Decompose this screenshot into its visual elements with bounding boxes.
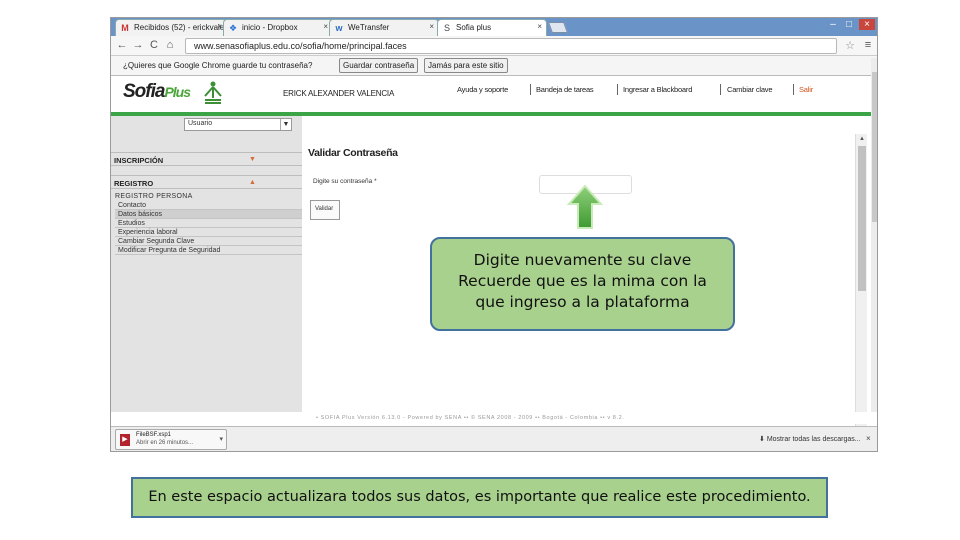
pdf-file-icon: ▶	[120, 434, 130, 446]
menu-registro-label: REGISTRO	[114, 179, 154, 188]
window-scrollbar[interactable]	[871, 58, 877, 412]
url-text: www.senasofiaplus.edu.co/sofia/home/prin…	[194, 41, 407, 51]
close-downloads-icon[interactable]: ×	[866, 434, 871, 443]
nav-separator	[793, 84, 794, 95]
reload-icon[interactable]: C	[147, 39, 161, 51]
download-status: Abrir en 26 minutos...	[136, 440, 194, 446]
sena-logo-icon	[203, 80, 222, 106]
menu-item-contacto[interactable]: Contacto	[115, 201, 302, 210]
tab-close-icon[interactable]: ×	[537, 22, 542, 31]
scroll-up-icon[interactable]: ▲	[856, 136, 868, 142]
content-scrollbar[interactable]: ▲ ▼	[855, 134, 868, 451]
required-marker: *	[374, 178, 377, 185]
wetransfer-icon: w	[335, 23, 343, 33]
callout-line: que ingreso a la plataforma	[475, 293, 690, 311]
password-field-label: Digite su contraseña *	[313, 178, 377, 185]
maximize-button[interactable]: □	[841, 19, 857, 30]
menu-registro-persona: REGISTRO PERSONA	[115, 193, 193, 200]
tab-sofia-plus[interactable]: S Sofia plus ×	[437, 19, 547, 36]
show-all-downloads-link[interactable]: ⬇ Mostrar todas las descargas...	[759, 435, 861, 443]
role-select[interactable]: Usuario ▼	[184, 118, 292, 131]
page-title: Validar Contraseña	[308, 147, 398, 159]
address-bar[interactable]: www.senasofiaplus.edu.co/sofia/home/prin…	[185, 38, 837, 54]
minimize-button[interactable]: –	[825, 19, 841, 30]
nav-salir[interactable]: Salir	[799, 85, 813, 94]
sofia-icon: S	[443, 23, 450, 33]
gmail-icon: M	[121, 23, 129, 33]
instruction-callout: Digite nuevamente su clave Recuerde que …	[430, 237, 735, 331]
nav-blackboard[interactable]: Ingresar a Blackboard	[623, 85, 692, 94]
logo-plus: Plus	[164, 84, 191, 100]
back-icon[interactable]: ←	[115, 39, 129, 51]
download-arrow-icon: ⬇	[759, 436, 767, 443]
page-footer: • SOFIA Plus Versión 6.13.0 - Powered by…	[111, 412, 877, 424]
download-file-name: FileBSF.xsp1	[136, 432, 172, 438]
browser-toolbar: ← → C ⌂ www.senasofiaplus.edu.co/sofia/h…	[111, 36, 877, 56]
menu-item-pregunta-seguridad[interactable]: Modificar Pregunta de Seguridad	[115, 246, 302, 255]
tab-label: Sofia plus	[456, 23, 492, 32]
nav-bandeja-tareas[interactable]: Bandeja de tareas	[536, 85, 594, 94]
bookmark-star-icon[interactable]: ☆	[843, 39, 857, 52]
window-scrollbar-thumb[interactable]	[872, 72, 877, 222]
password-label-text: Digite su contraseña	[313, 178, 373, 185]
close-window-button[interactable]: ×	[859, 19, 875, 30]
sofia-plus-logo[interactable]: SofiaPlus	[123, 81, 191, 103]
show-all-label: Mostrar todas las descargas...	[766, 436, 861, 443]
validar-button[interactable]: Validar	[310, 200, 340, 220]
menu-item-datos-basicos[interactable]: Datos básicos	[115, 210, 302, 219]
browser-window: M Recibidos (52) - erickvalen × ❖ inicio…	[110, 17, 878, 452]
menu-inscripcion[interactable]: INSCRIPCIÓN ▼	[111, 152, 302, 166]
chevron-down-icon[interactable]: ▾	[219, 435, 223, 443]
tab-close-icon[interactable]: ×	[217, 22, 222, 31]
callout-line: Recuerde que es la mima con la	[458, 272, 707, 290]
bottom-note: En este espacio actualizara todos sus da…	[131, 477, 828, 518]
menu-item-segunda-clave[interactable]: Cambiar Segunda Clave	[115, 237, 302, 246]
forward-icon[interactable]: →	[131, 39, 145, 51]
nav-ayuda-soporte[interactable]: Ayuda y soporte	[457, 85, 508, 94]
tab-close-icon[interactable]: ×	[323, 22, 328, 31]
logo-text: Sofia	[123, 81, 165, 102]
callout-line: Digite nuevamente su clave	[473, 251, 692, 269]
save-password-infobar: ¿Quieres que Google Chrome guarde tu con…	[111, 56, 877, 76]
new-tab-button[interactable]	[547, 22, 569, 33]
save-password-button[interactable]: Guardar contraseña	[339, 58, 419, 73]
home-icon[interactable]: ⌂	[163, 39, 177, 51]
tab-label: WeTransfer	[348, 23, 390, 32]
role-select-value: Usuario	[188, 120, 213, 127]
left-sidebar: Usuario ▼ INSCRIPCIÓN ▼ REGISTRO ▲ REGIS…	[111, 116, 302, 412]
downloads-bar: ▶ FileBSF.xsp1 Abrir en 26 minutos... ▾ …	[111, 426, 877, 451]
scrollbar-thumb[interactable]	[858, 146, 866, 291]
dropbox-icon: ❖	[228, 23, 238, 33]
menu-icon[interactable]: ≡	[861, 39, 875, 51]
chevron-down-icon: ▼	[280, 119, 291, 130]
menu-item-estudios[interactable]: Estudios	[115, 219, 302, 228]
tab-label: Recibidos (52) - erickvalen	[134, 23, 227, 32]
tab-gmail[interactable]: M Recibidos (52) - erickvalen ×	[115, 19, 227, 36]
tab-label: inicio - Dropbox	[242, 23, 298, 32]
menu-registro[interactable]: REGISTRO ▲	[111, 175, 302, 189]
tab-dropbox[interactable]: ❖ inicio - Dropbox ×	[223, 19, 333, 36]
tab-wetransfer[interactable]: w WeTransfer ×	[329, 19, 439, 36]
nav-cambiar-clave[interactable]: Cambiar clave	[727, 85, 773, 94]
menu-item-experiencia[interactable]: Experiencia laboral	[115, 228, 302, 237]
tab-strip: M Recibidos (52) - erickvalen × ❖ inicio…	[111, 18, 877, 36]
nav-separator	[530, 84, 531, 95]
infobar-message: ¿Quieres que Google Chrome guarde tu con…	[123, 61, 313, 70]
up-arrow-icon	[566, 184, 604, 229]
download-item[interactable]: ▶ FileBSF.xsp1 Abrir en 26 minutos... ▾	[115, 429, 227, 450]
slide: M Recibidos (52) - erickvalen × ❖ inicio…	[0, 0, 960, 540]
caret-up-icon: ▲	[249, 179, 256, 186]
user-name: ERICK ALEXANDER VALENCIA	[283, 89, 395, 98]
menu-inscripcion-label: INSCRIPCIÓN	[114, 156, 164, 165]
tab-close-icon[interactable]: ×	[429, 22, 434, 31]
never-save-button[interactable]: Jamás para este sitio	[424, 58, 508, 73]
nav-separator	[720, 84, 721, 95]
caret-down-icon: ▼	[249, 156, 256, 163]
nav-separator	[617, 84, 618, 95]
